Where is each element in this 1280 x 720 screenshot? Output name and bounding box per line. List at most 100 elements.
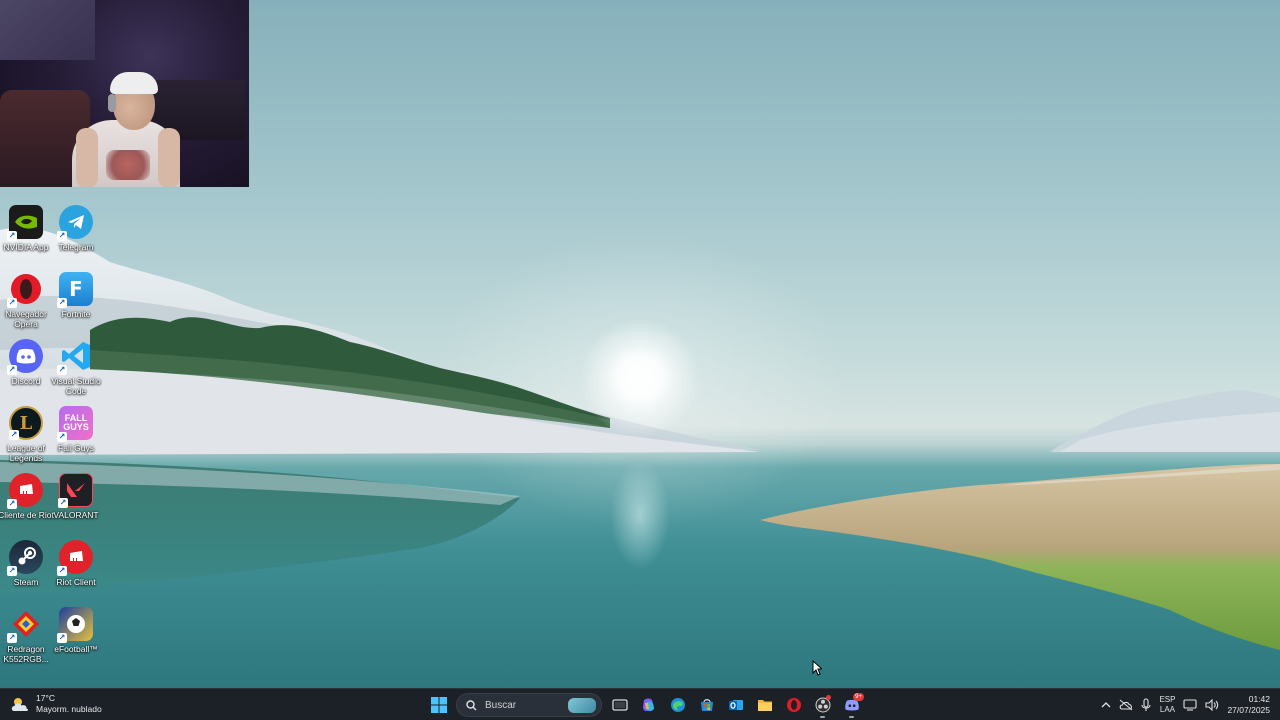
recording-indicator-icon (826, 695, 831, 700)
webcam-overlay (0, 0, 249, 187)
shortcut-arrow-icon: ↗ (57, 365, 67, 375)
store-icon (700, 699, 713, 711)
taskbar-search-box[interactable]: Buscar (456, 693, 602, 717)
valorant-icon: ↗ (58, 473, 93, 508)
riot-icon: ↗ (7, 473, 43, 509)
desktop-icon-label: Telegram (58, 242, 94, 252)
discord-icon: ↗ (7, 339, 43, 375)
fallguys-icon: FALL GUYS ↗ (57, 406, 93, 442)
webcam-background-wall (0, 0, 95, 60)
desktop-icon-discord[interactable]: ↗ Discord (0, 339, 52, 386)
desktop-icon-label: Fortnite (61, 309, 91, 319)
active-indicator (849, 716, 854, 718)
efootball-icon: ↗ (57, 607, 93, 643)
sun (580, 318, 700, 438)
webcam-person-cap (110, 72, 158, 94)
desktop-icon-nvidia[interactable]: ↗ NVIDIA App (0, 205, 52, 252)
language-code: ESP (1159, 695, 1176, 704)
shortcut-arrow-icon: ↗ (58, 498, 68, 508)
desktop-icon-efootball[interactable]: ↗ eFootball™ (50, 607, 102, 654)
store-button[interactable] (692, 692, 721, 718)
desktop-icon-cliente-riot[interactable]: ↗ Cliente de Riot (0, 473, 54, 520)
vscode-icon: ↗ (57, 339, 93, 375)
weather-temperature: 17°C (36, 693, 55, 703)
windows-start-icon (430, 697, 447, 713)
desktop-icon-telegram[interactable]: ↗ Telegram (50, 205, 102, 252)
desktop-icon-label: Visual Studio Code (51, 376, 101, 396)
outlook-button[interactable] (721, 692, 750, 718)
system-tray: ESP LAA 01:42 27/07/2025 (1101, 689, 1270, 720)
desktop-icon-label: eFootball™ (54, 644, 98, 654)
file-explorer-button[interactable] (750, 692, 779, 718)
webcam-person-arm-left (76, 128, 98, 187)
webcam-shirt-print (106, 150, 150, 180)
copilot-button[interactable] (634, 692, 663, 718)
outlook-icon (728, 700, 743, 710)
league-icon: L ↗ (9, 406, 43, 440)
file-explorer-icon (757, 700, 772, 711)
shortcut-arrow-icon: ↗ (57, 231, 67, 241)
active-indicator (820, 716, 825, 718)
weather-description: Mayorm. nublado (36, 704, 102, 714)
riot-icon: ↗ (57, 540, 93, 576)
desktop-icon-redragon[interactable]: ↗ Redragon K552RGB... (0, 607, 52, 664)
opera-icon: ↗ (7, 272, 43, 308)
desktop-icon-vscode[interactable]: ↗ Visual Studio Code (50, 339, 102, 396)
telegram-icon: ↗ (57, 205, 93, 241)
desktop-icon-steam[interactable]: ↗ Steam (0, 540, 52, 587)
start-button[interactable] (424, 692, 453, 718)
desktop-icon-opera[interactable]: ↗ Navegador Opera (0, 272, 52, 329)
shortcut-arrow-icon: ↗ (57, 298, 67, 308)
shortcut-arrow-icon: ↗ (7, 633, 17, 643)
sun-reflection (610, 460, 670, 570)
shortcut-arrow-icon: ↗ (57, 633, 67, 643)
volume-icon[interactable] (1205, 699, 1219, 711)
desktop-icon-label: VALORANT (53, 510, 99, 520)
desktop-icon-league[interactable]: L ↗ League of Legends (0, 406, 52, 463)
shortcut-arrow-icon: ↗ (7, 499, 17, 509)
task-view-button[interactable] (605, 692, 634, 718)
steam-icon: ↗ (7, 540, 43, 576)
keyboard-layout: LAA (1159, 705, 1175, 714)
weather-widget[interactable]: 17°C Mayorm. nublado (10, 693, 102, 715)
obs-taskbar-button[interactable] (808, 692, 837, 718)
clock-time: 01:42 (1248, 694, 1270, 704)
shortcut-arrow-icon: ↗ (57, 566, 67, 576)
discord-taskbar-button[interactable]: 9+ (837, 692, 866, 718)
search-icon (466, 699, 477, 710)
desktop-icon-fallguys[interactable]: FALL GUYS ↗ Fall Guys (50, 406, 102, 453)
shortcut-arrow-icon: ↗ (7, 231, 17, 241)
opera-icon (786, 698, 801, 712)
network-icon[interactable] (1183, 699, 1198, 711)
desktop-icon-riot-client[interactable]: ↗ Riot Client (50, 540, 102, 587)
task-view-icon (611, 699, 628, 711)
discord-notification-badge: 9+ (853, 693, 864, 701)
shortcut-arrow-icon: ↗ (7, 298, 17, 308)
redragon-icon: ↗ (7, 607, 43, 643)
taskbar-clock[interactable]: 01:42 27/07/2025 (1227, 694, 1270, 716)
desktop-icon-label: Riot Client (56, 577, 96, 587)
shortcut-arrow-icon: ↗ (57, 432, 67, 442)
webcam-person-headset (108, 94, 116, 112)
mouse-cursor-icon (812, 660, 822, 676)
chevron-up-icon[interactable] (1101, 701, 1111, 709)
taskbar-center-apps: Buscar 9+ (424, 692, 866, 718)
opera-taskbar-button[interactable] (779, 692, 808, 718)
shortcut-arrow-icon: ↗ (9, 430, 19, 440)
edge-button[interactable] (663, 692, 692, 718)
desktop-icon-valorant[interactable]: ↗ VALORANT (50, 473, 102, 520)
nvidia-icon: ↗ (7, 205, 43, 241)
cloud-off-icon[interactable] (1119, 699, 1133, 711)
desktop-icon-fortnite[interactable]: F ↗ Fortnite (50, 272, 102, 319)
copilot-icon (642, 698, 654, 712)
shortcut-arrow-icon: ↗ (7, 566, 17, 576)
language-indicator[interactable]: ESP LAA (1159, 695, 1175, 715)
taskbar: 17°C Mayorm. nublado Buscar 9+ ESP LAA 0… (0, 688, 1280, 720)
search-placeholder: Buscar (485, 699, 517, 711)
webcam-person-arm-right (158, 128, 180, 187)
cloudy-weather-icon (11, 698, 28, 711)
microphone-icon[interactable] (1141, 698, 1151, 712)
desktop-icon-label: Fall Guys (58, 443, 94, 453)
fortnite-icon: F ↗ (57, 272, 93, 308)
clock-date: 27/07/2025 (1227, 705, 1270, 715)
